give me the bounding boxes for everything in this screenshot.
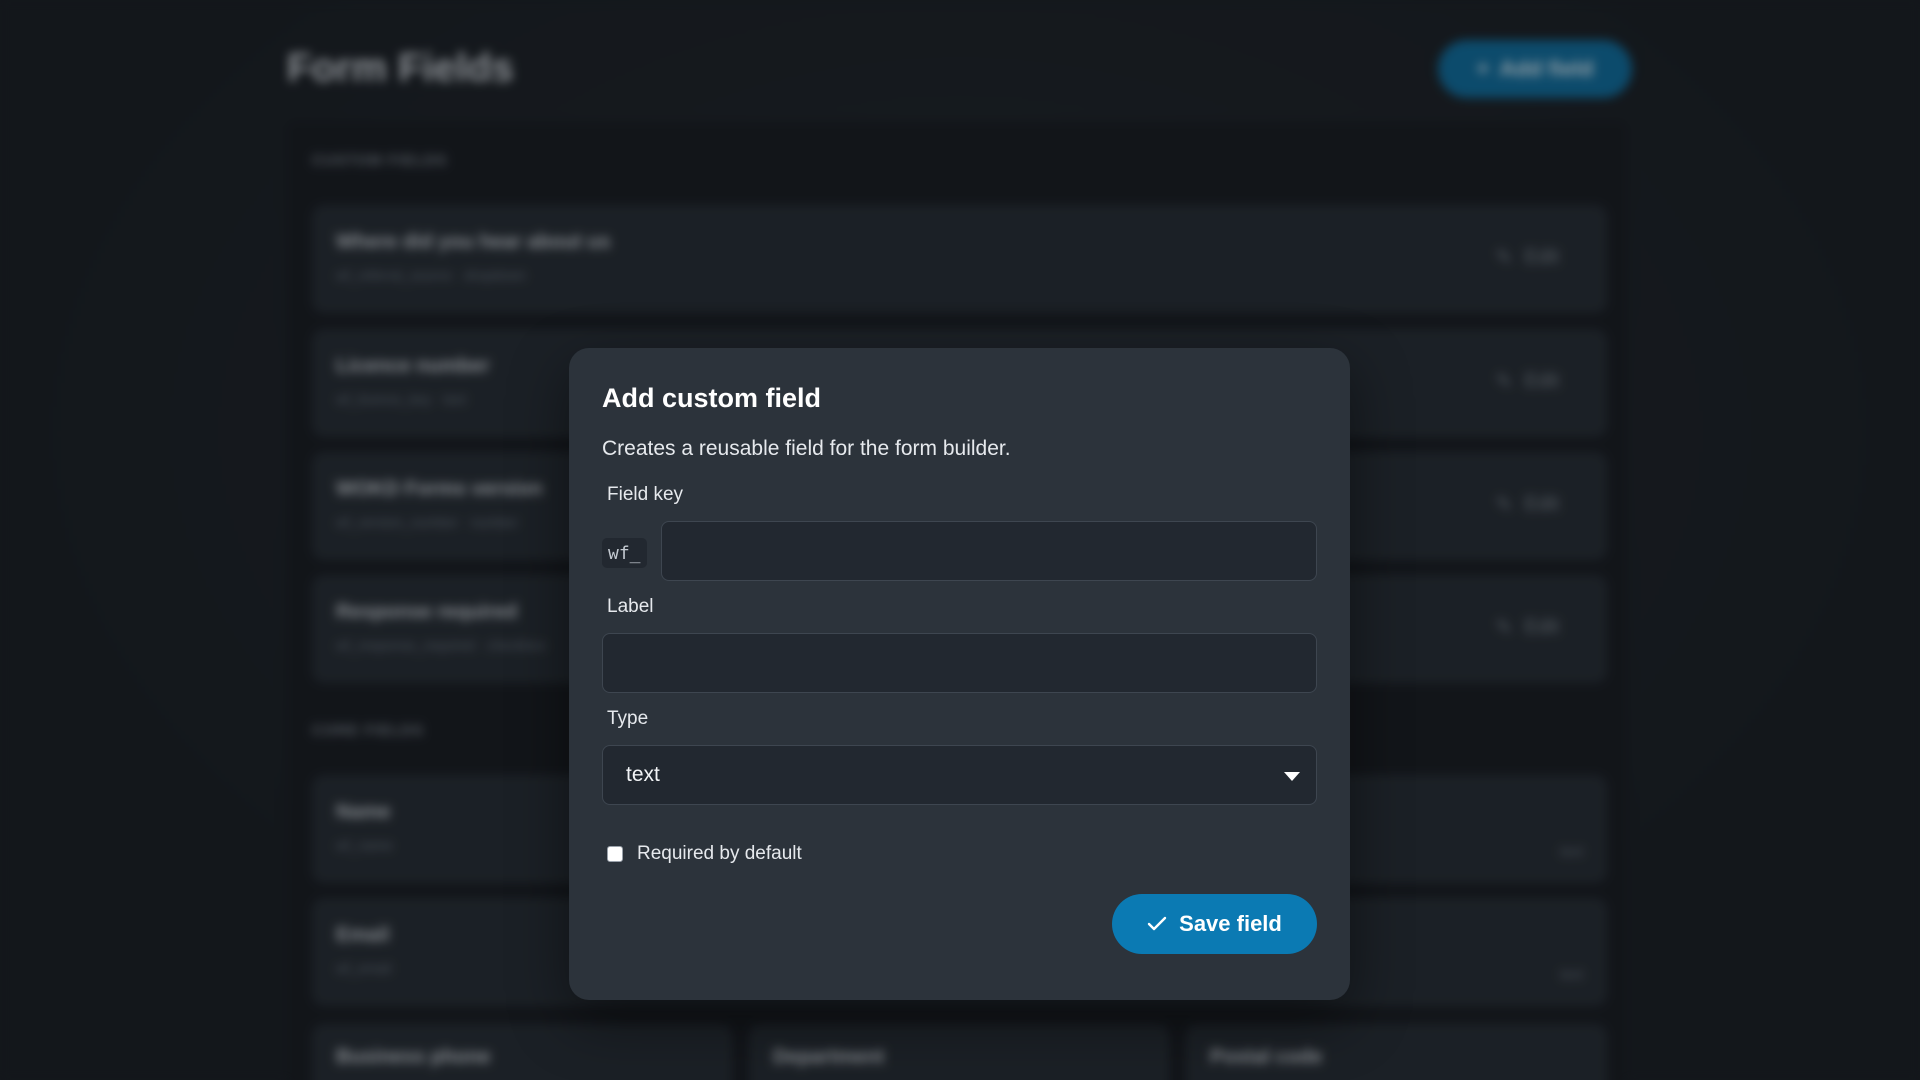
save-field-button[interactable]: Save field	[1112, 894, 1317, 954]
field-key-label: Field key	[607, 484, 684, 505]
required-by-default-checkbox[interactable]	[607, 846, 623, 862]
label-field-label: Label	[607, 596, 654, 617]
field-key-prefix: wf_	[602, 538, 647, 568]
save-field-button-label: Save field	[1179, 911, 1282, 936]
required-by-default-label: Required by default	[637, 843, 802, 864]
type-select-value: text	[626, 763, 660, 786]
check-icon	[1147, 916, 1167, 931]
label-input[interactable]	[602, 633, 1317, 693]
add-custom-field-dialog: Add custom field Creates a reusable fiel…	[569, 348, 1350, 1000]
type-select[interactable]: text	[602, 745, 1317, 805]
chevron-down-icon	[1284, 772, 1300, 781]
required-by-default-option[interactable]: Required by default	[607, 843, 802, 865]
type-field-label: Type	[607, 708, 649, 729]
dialog-title: Add custom field	[602, 383, 822, 413]
field-key-input[interactable]	[661, 521, 1317, 581]
dialog-description: Creates a reusable field for the form bu…	[602, 437, 1011, 460]
